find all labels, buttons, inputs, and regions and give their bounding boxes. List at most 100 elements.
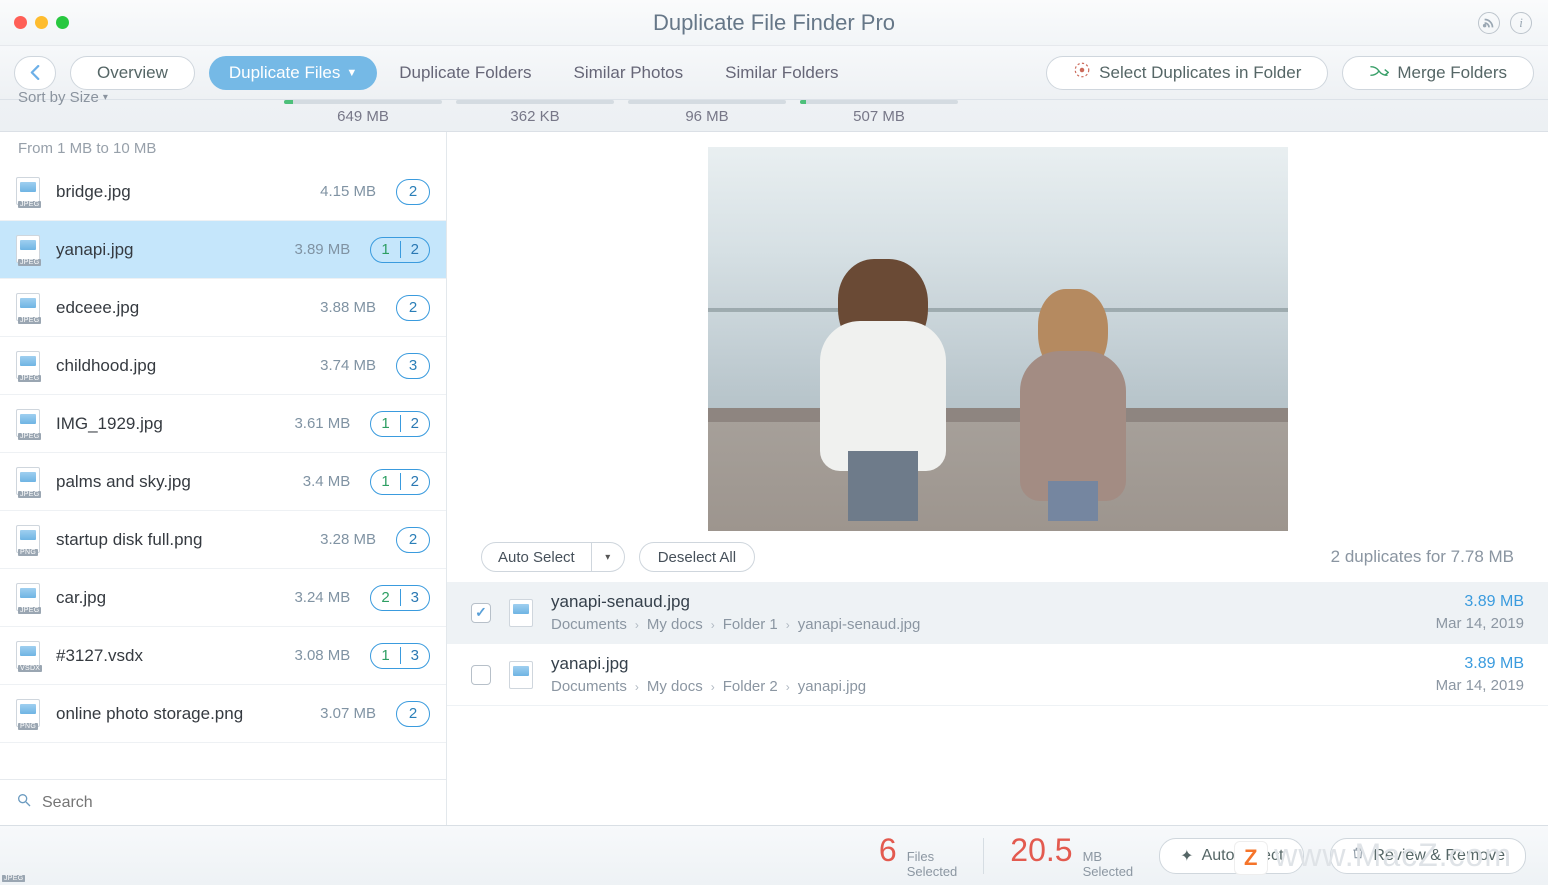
file-icon: JPEG (16, 177, 44, 207)
close-window-button[interactable] (14, 16, 27, 29)
file-row[interactable]: PNGstartup disk full.png3.28 MB2 (0, 511, 446, 569)
tab-duplicate-folders[interactable]: Duplicate Folders (379, 56, 551, 90)
file-size: 3.61 MB (294, 415, 350, 432)
dup-file-name: yanapi.jpg (551, 654, 866, 674)
search-input[interactable] (42, 794, 430, 812)
file-row[interactable]: JPEGyanapi.jpg3.89 MB12 (0, 221, 446, 279)
selected-label: Selected (907, 865, 958, 879)
dup-meta: 3.89 MBMar 14, 2019 (1436, 593, 1524, 632)
tab-similar-photos[interactable]: Similar Photos (554, 56, 704, 90)
minimize-window-button[interactable] (35, 16, 48, 29)
select-duplicates-folder-button[interactable]: Select Duplicates in Folder (1046, 56, 1328, 90)
trash-icon (1351, 845, 1365, 866)
row-checkbox[interactable] (471, 665, 491, 685)
window-controls (14, 16, 69, 29)
titlebar: Duplicate File Finder Pro i (0, 0, 1548, 46)
dup-count-badge: 2 (396, 295, 430, 321)
file-size: 3.4 MB (303, 473, 351, 490)
file-name: online photo storage.png (56, 704, 308, 724)
dup-count-badge: 2 (396, 701, 430, 727)
file-size: 3.07 MB (320, 705, 376, 722)
merge-folders-button[interactable]: Merge Folders (1342, 56, 1534, 90)
tab-size-1: 362 KB (450, 100, 620, 125)
dup-count-badge: 13 (370, 643, 430, 669)
file-name: IMG_1929.jpg (56, 414, 282, 434)
auto-select-dropdown[interactable]: ▾ (592, 542, 625, 572)
file-name: edceee.jpg (56, 298, 308, 318)
mb-selected-stat: 20.5 MB Selected (1010, 832, 1133, 879)
target-icon (1073, 61, 1091, 84)
file-row[interactable]: VSDX#3127.vsdx3.08 MB13 (0, 627, 446, 685)
select-duplicates-label: Select Duplicates in Folder (1099, 63, 1301, 83)
file-size: 3.28 MB (320, 531, 376, 548)
files-selected-number: 6 (879, 832, 897, 869)
file-icon: JPEG (16, 293, 44, 323)
review-remove-button[interactable]: Review & Remove (1330, 838, 1526, 874)
search-row (0, 779, 446, 825)
divider (983, 838, 984, 874)
info-icon[interactable]: i (1510, 12, 1532, 34)
file-size: 3.89 MB (294, 241, 350, 258)
mb-selected-number: 20.5 (1010, 832, 1072, 869)
file-icon: JPEG (509, 599, 533, 627)
footer-auto-select-label: Auto Select (1202, 847, 1284, 865)
dup-count-badge: 2 (396, 179, 430, 205)
auto-select-button[interactable]: Auto Select (481, 542, 592, 572)
selected-label-2: Selected (1083, 865, 1134, 879)
sort-button[interactable]: Sort by Size ▾ (0, 82, 126, 106)
file-size: 3.88 MB (320, 299, 376, 316)
category-tabs: Duplicate Files▼Duplicate FoldersSimilar… (209, 56, 859, 90)
file-name: car.jpg (56, 588, 282, 608)
preview-image (708, 147, 1288, 531)
dup-count-badge: 2 (396, 527, 430, 553)
file-icon: JPEG (16, 409, 44, 439)
review-remove-label: Review & Remove (1373, 847, 1505, 865)
file-row[interactable]: JPEGbridge.jpg4.15 MB2 (0, 163, 446, 221)
footer-auto-select-button[interactable]: ✦ Auto Select (1159, 838, 1304, 874)
tab-size-0: 649 MB (278, 100, 448, 125)
duplicate-row[interactable]: JPEG yanapi-senaud.jpg Documents›My docs›F… (447, 582, 1548, 644)
tab-similar-folders[interactable]: Similar Folders (705, 56, 858, 90)
main-split: From 1 MB to 10 MB JPEGbridge.jpg4.15 MB… (0, 132, 1548, 825)
detail-pane: Auto Select ▾ Deselect All 2 duplicates … (447, 132, 1548, 825)
dup-meta: 3.89 MBMar 14, 2019 (1436, 655, 1524, 694)
file-name: childhood.jpg (56, 356, 308, 376)
file-row[interactable]: JPEGpalms and sky.jpg3.4 MB12 (0, 453, 446, 511)
dup-file-name: yanapi-senaud.jpg (551, 592, 920, 612)
tab-size-2: 96 MB (622, 100, 792, 125)
file-icon: VSDX (16, 641, 44, 671)
file-list[interactable]: JPEGbridge.jpg4.15 MB2JPEGyanapi.jpg3.89… (0, 163, 446, 779)
dup-file-path: Documents›My docs›Folder 1›yanapi-senaud… (551, 616, 920, 633)
file-size: 3.08 MB (294, 647, 350, 664)
file-row[interactable]: PNGonline photo storage.png3.07 MB2 (0, 685, 446, 743)
auto-select-group: Auto Select ▾ (481, 542, 625, 572)
zoom-window-button[interactable] (56, 16, 69, 29)
file-row[interactable]: JPEG edceee.jpg 3.88 MB 2 (0, 279, 446, 337)
file-icon: JPEG (16, 467, 44, 497)
category-size-bars: 649 MB362 KB96 MB507 MB (0, 100, 1548, 132)
file-icon: PNG (16, 525, 44, 555)
dup-file-path: Documents›My docs›Folder 2›yanapi.jpg (551, 678, 866, 695)
duplicate-summary-label: 2 duplicates for 7.78 MB (1331, 547, 1514, 567)
file-name: bridge.jpg (56, 182, 308, 202)
tab-size-3: 507 MB (794, 100, 964, 125)
files-selected-stat: 6 Files Selected (879, 832, 957, 879)
sparkle-icon: ✦ (1180, 846, 1193, 866)
row-checkbox[interactable] (471, 603, 491, 623)
file-row[interactable]: JPEGcar.jpg3.24 MB23 (0, 569, 446, 627)
dup-count-badge: 3 (396, 353, 430, 379)
duplicate-row[interactable]: JPEGyanapi.jpgDocuments›My docs›Folder 2… (447, 644, 1548, 706)
file-row[interactable]: JPEGIMG_1929.jpg3.61 MB12 (0, 395, 446, 453)
dup-count-badge: 12 (370, 237, 430, 263)
tab-duplicate-files[interactable]: Duplicate Files▼ (209, 56, 377, 90)
deselect-all-button[interactable]: Deselect All (639, 542, 755, 572)
files-label: Files (907, 850, 958, 864)
sidebar: From 1 MB to 10 MB JPEGbridge.jpg4.15 MB… (0, 132, 447, 825)
rss-icon[interactable] (1478, 12, 1500, 34)
sort-label: Sort by Size (18, 89, 99, 106)
file-icon: JPEG (16, 583, 44, 613)
chevron-down-icon: ▾ (605, 552, 610, 563)
file-row[interactable]: JPEGchildhood.jpg3.74 MB3 (0, 337, 446, 395)
duplicate-list: JPEG yanapi-senaud.jpg Documents›My docs›F… (447, 582, 1548, 706)
footer: 6 Files Selected 20.5 MB Selected ✦ Auto… (0, 825, 1548, 885)
